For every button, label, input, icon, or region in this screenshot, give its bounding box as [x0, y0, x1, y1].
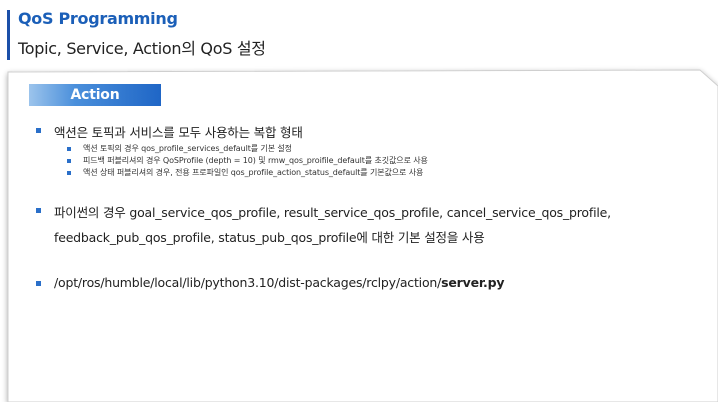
bullet-text: 액션은 토픽과 서비스를 모두 사용하는 복합 형태	[54, 125, 303, 140]
file-path-filename: server.py	[441, 275, 505, 290]
file-path-text: /opt/ros/humble/local/lib/python3.10/dis…	[54, 275, 504, 290]
bullet-marker	[36, 281, 41, 286]
sub-bullet-text: 피드백 퍼블리셔의 경우 QoSProfile (depth = 10) 및 r…	[83, 156, 428, 165]
bullet-text-line2: feedback_pub_qos_profile, status_pub_qos…	[54, 230, 485, 245]
bullet-text-line1: 파이썬의 경우 goal_service_qos_profile, result…	[54, 205, 611, 220]
sub-bullet-marker	[67, 159, 71, 163]
content-panel	[7, 69, 718, 402]
sub-bullet-text: 액션 토픽의 경우 qos_profile_services_default를 …	[83, 144, 292, 153]
section-tag-action: Action	[29, 84, 161, 106]
file-path-dir: /opt/ros/humble/local/lib/python3.10/dis…	[54, 275, 442, 290]
sub-bullet-text: 액션 상태 퍼블리셔의 경우, 전용 프로파일인 qos_profile_act…	[83, 168, 424, 177]
slide: QoS Programming Topic, Service, Action의 …	[0, 0, 718, 402]
sub-bullet-marker	[67, 171, 71, 175]
bullet-marker	[36, 128, 41, 133]
bullet-marker	[36, 208, 41, 213]
sub-bullet-marker	[67, 147, 71, 151]
